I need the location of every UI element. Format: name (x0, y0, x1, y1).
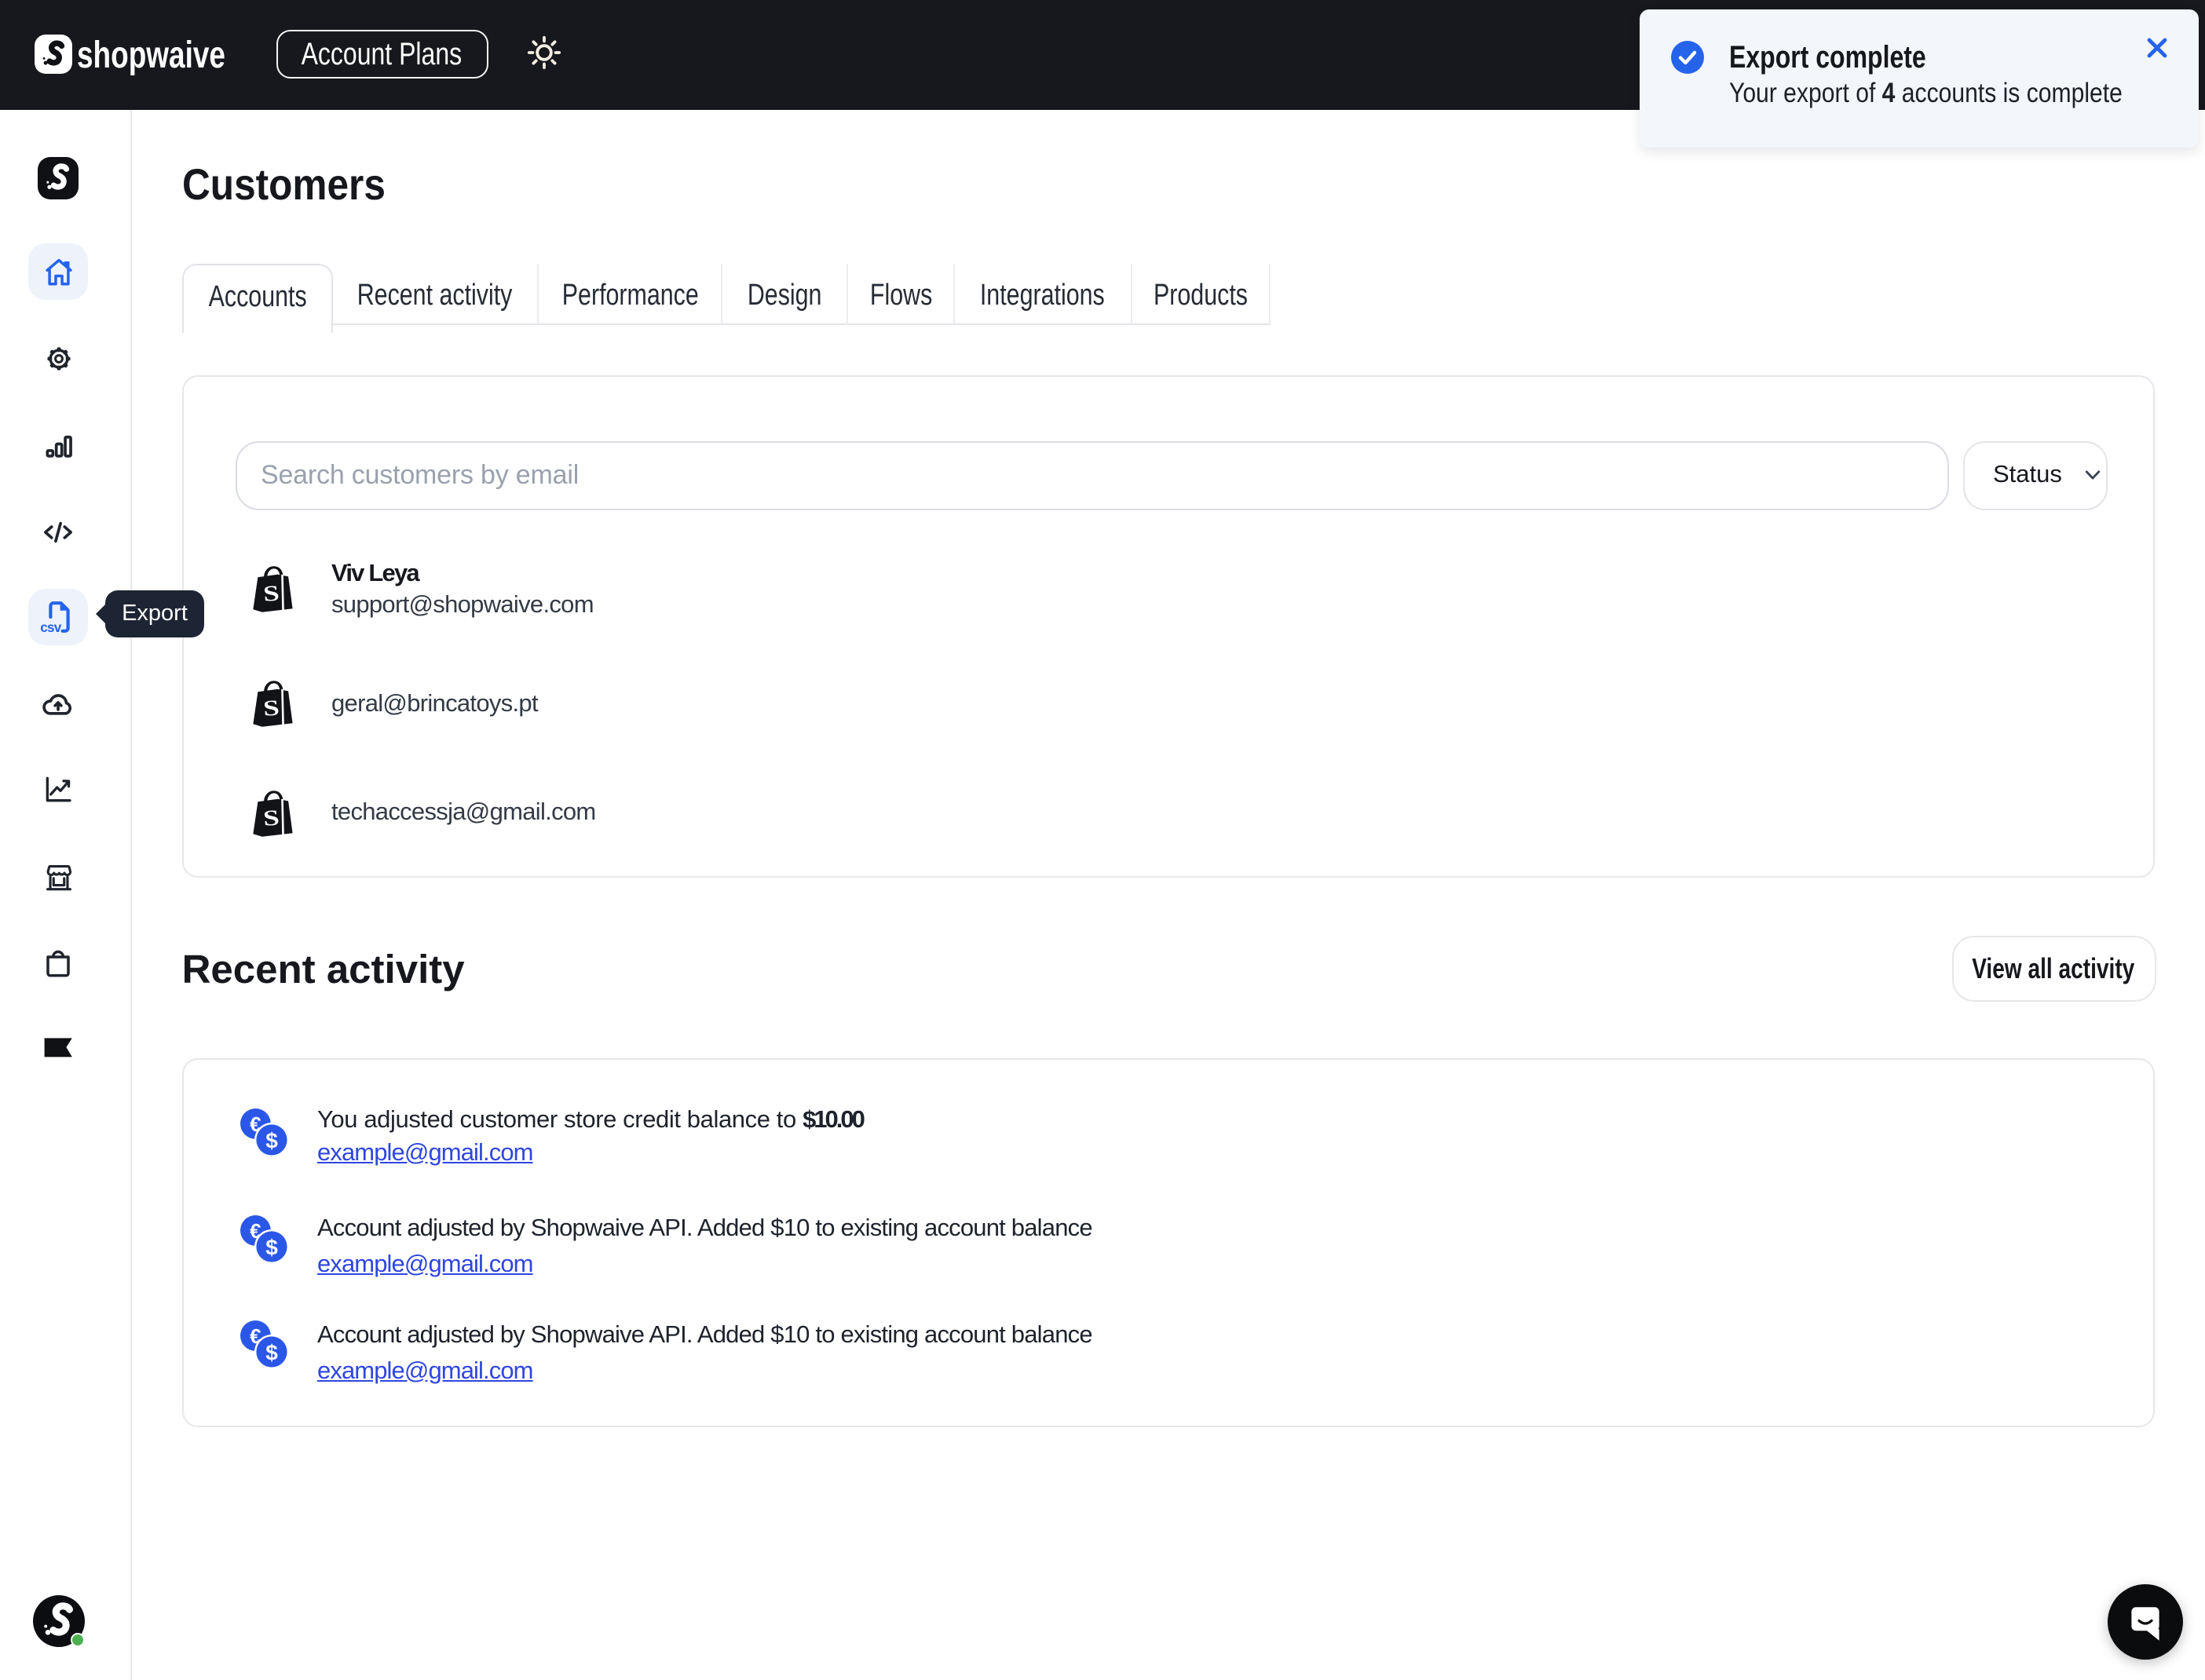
svg-text:$: $ (265, 1236, 277, 1260)
svg-text:$: $ (265, 1129, 277, 1153)
svg-text:$: $ (265, 1341, 277, 1365)
svg-text:S: S (261, 582, 280, 607)
svg-text:S: S (261, 805, 280, 831)
svg-text:csv: csv (40, 619, 62, 635)
svg-text:S: S (261, 696, 280, 721)
